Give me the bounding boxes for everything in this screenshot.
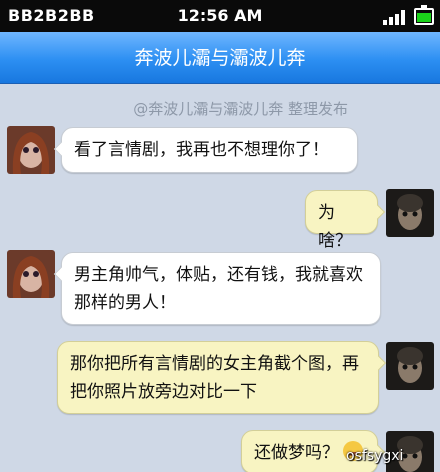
source-attribution: @奔波儿灞与灞波儿奔 整理发布: [133, 100, 348, 118]
message-bubble-received[interactable]: 看了言情剧，我再也不想理你了！: [53, 127, 358, 173]
message-text: 还做梦吗？: [254, 443, 339, 463]
clock: 12:56 AM: [177, 6, 263, 25]
message-text: 为啥？: [318, 203, 352, 251]
message-text: 看了言情剧，我再也不想理你了！: [74, 140, 329, 160]
message-bubble-sent[interactable]: 为啥？: [305, 190, 386, 251]
watermark: osfsygxi: [346, 448, 404, 464]
user-avatar[interactable]: [386, 342, 434, 390]
message-bubble-received[interactable]: 男主角帅气，体贴，还有钱，我就喜欢那样的男人！: [53, 252, 381, 325]
contact-avatar[interactable]: [7, 126, 55, 174]
chat-header: 奔波儿灞与灞波儿奔: [0, 32, 440, 84]
message-bubble-sent[interactable]: 那你把所有言情剧的女主角截个图，再把你照片放旁边对比一下: [57, 341, 387, 414]
message-text: 那你把所有言情剧的女主角截个图，再把你照片放旁边对比一下: [70, 354, 359, 402]
message-text: 男主角帅气，体贴，还有钱，我就喜欢那样的男人！: [74, 265, 363, 313]
user-avatar[interactable]: [386, 189, 434, 237]
chat-title: 奔波儿灞与灞波儿奔: [134, 47, 306, 69]
contact-avatar[interactable]: [7, 250, 55, 298]
status-bar: BB2B2BB 12:56 AM: [0, 0, 440, 32]
battery-icon: [414, 5, 434, 25]
signal-bars-icon: [383, 10, 405, 25]
